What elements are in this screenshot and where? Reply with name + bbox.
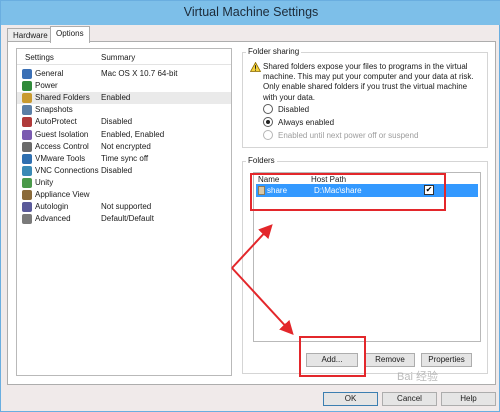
vmware-tools-icon [22, 153, 32, 164]
settings-item-label: AutoProtect [35, 117, 77, 127]
settings-item-advanced[interactable]: Advanced Default/Default [17, 213, 231, 225]
settings-item-label: Unity [35, 177, 54, 187]
radio-disabled[interactable]: Disabled [263, 104, 463, 115]
folder-sharing-warning: Shared folders expose your files to prog… [263, 62, 474, 102]
settings-item-summary: Disabled [101, 117, 133, 127]
settings-list-header: Settings Summary [17, 49, 231, 65]
settings-list[interactable]: Settings Summary General Mac OS X 10.7 64… [16, 48, 232, 376]
radio-enabled-until-power-off-dot [263, 130, 273, 140]
settings-item-label: Access Control [35, 141, 89, 151]
settings-item-autoprotect[interactable]: AutoProtect Disabled [17, 116, 231, 128]
settings-item-shared-folders[interactable]: Shared Folders Enabled [17, 92, 231, 105]
settings-item-summary: Enabled [101, 93, 131, 103]
radio-enabled-until-power-off-label: Enabled until next power off or suspend [278, 131, 419, 140]
shared-folders-icon [22, 93, 32, 104]
autoprotect-icon [22, 117, 32, 128]
folders-title: Folders [246, 156, 277, 165]
warning-icon [250, 62, 261, 72]
settings-item-label: Autologin [35, 202, 69, 212]
folder-sharing-title: Folder sharing [246, 47, 302, 56]
settings-window: Virtual Machine Settings Hardware Option… [0, 0, 500, 412]
power-icon [22, 81, 32, 92]
settings-item-vmware-tools[interactable]: VMware Tools Time sync off [17, 153, 231, 165]
column-header-settings: Settings [25, 53, 54, 62]
settings-item-autologin[interactable]: Autologin Not supported [17, 201, 231, 213]
radio-disabled-dot[interactable] [263, 104, 273, 114]
vnc-icon [22, 165, 32, 176]
settings-item-label: General [35, 69, 64, 78]
folder-properties-button[interactable]: Properties [421, 353, 472, 367]
settings-item-unity[interactable]: Unity [17, 177, 231, 189]
settings-item-label: Advanced [35, 214, 71, 224]
cancel-button[interactable]: Cancel [382, 392, 437, 406]
radio-enabled-until-power-off: Enabled until next power off or suspend [263, 130, 463, 141]
settings-item-power[interactable]: Power [17, 80, 231, 92]
radio-always-enabled[interactable]: Always enabled [263, 117, 463, 128]
general-icon [22, 69, 32, 79]
settings-item-access-control[interactable]: Access Control Not encrypted [17, 141, 231, 153]
unity-icon [22, 177, 32, 188]
settings-item-summary: Default/Default [101, 214, 154, 224]
highlight-folder-row-box [250, 173, 446, 211]
guest-isolation-icon [22, 129, 32, 140]
settings-item-label: VNC Connections [35, 165, 99, 175]
ok-button[interactable]: OK [323, 392, 378, 406]
settings-item-summary: Mac OS X 10.7 64-bit [101, 69, 178, 78]
tab-options[interactable]: Options [50, 26, 90, 43]
settings-item-general[interactable]: General Mac OS X 10.7 64-bit [17, 68, 231, 80]
access-control-icon [22, 141, 32, 152]
snapshots-icon [22, 105, 32, 116]
highlight-add-button-box [299, 336, 366, 377]
settings-item-label: Snapshots [35, 105, 73, 115]
autologin-icon [22, 202, 32, 213]
column-header-summary: Summary [101, 53, 136, 62]
settings-item-summary: Not supported [101, 202, 152, 212]
settings-item-summary: Time sync off [101, 153, 149, 163]
title-bar[interactable]: Virtual Machine Settings [1, 1, 500, 25]
advanced-icon [22, 214, 32, 225]
settings-item-summary: Enabled, Enabled [101, 129, 165, 139]
settings-item-label: Appliance View [35, 190, 90, 199]
settings-item-guest-isolation[interactable]: Guest Isolation Enabled, Enabled [17, 129, 231, 141]
tab-hardware[interactable]: Hardware [7, 28, 54, 42]
radio-always-enabled-dot[interactable] [263, 117, 273, 127]
watermark: Bai 经验 [397, 371, 438, 383]
settings-item-summary: Not encrypted [101, 141, 151, 151]
settings-item-label: VMware Tools [35, 153, 86, 163]
settings-item-label: Power [35, 81, 58, 91]
window-title: Virtual Machine Settings [183, 5, 319, 19]
radio-disabled-label: Disabled [278, 105, 310, 114]
settings-item-label: Guest Isolation [35, 129, 89, 139]
settings-item-snapshots[interactable]: Snapshots [17, 104, 231, 116]
appliance-view-icon [22, 190, 32, 200]
settings-item-vnc-connections[interactable]: VNC Connections Disabled [17, 165, 231, 177]
settings-item-appliance-view[interactable]: Appliance View [17, 189, 231, 201]
remove-folder-button[interactable]: Remove [365, 353, 415, 367]
settings-item-summary: Disabled [101, 165, 133, 175]
settings-item-label: Shared Folders [35, 93, 90, 103]
radio-always-enabled-label: Always enabled [278, 118, 335, 127]
help-button[interactable]: Help [441, 392, 496, 406]
